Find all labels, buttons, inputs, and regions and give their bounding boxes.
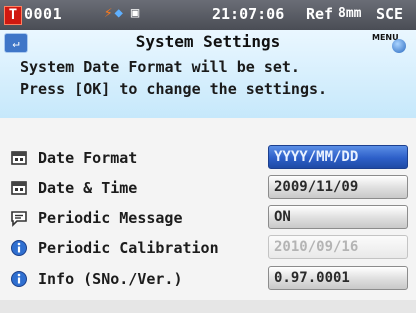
page-title: System Settings <box>135 32 281 51</box>
mode-label: SCE <box>376 5 404 23</box>
calendar-icon <box>11 151 27 165</box>
bottom-strip <box>0 300 416 313</box>
message-line-2: Press [OK] to change the settings. <box>20 80 328 98</box>
setting-label: Info (SNo./Ver.) <box>38 270 183 288</box>
setting-row-date-time[interactable]: Date & Time 2009/11/09 <box>0 175 416 203</box>
info-icon <box>11 271 27 287</box>
status-icons: ⚡ ◆ ▣ <box>104 5 139 21</box>
printer-icon: ▣ <box>130 5 140 21</box>
info-icon <box>11 240 27 256</box>
setting-label: Date & Time <box>38 179 138 197</box>
info-value[interactable]: 0.97.0001 <box>268 266 408 290</box>
header-panel: ↵ System Settings MENU System Date Forma… <box>0 30 416 118</box>
aperture-label: 8mm <box>338 6 362 21</box>
setting-label: Date Format <box>38 149 138 167</box>
message-line-1: System Date Format will be set. <box>20 58 300 76</box>
date-time-value[interactable]: 2009/11/09 <box>268 175 408 199</box>
system-settings-screen: T 0001 ⚡ ◆ ▣ 21:07:06 Ref 8mm SCE ↵ System… <box>0 0 416 313</box>
battery-icon: ◆ <box>114 5 123 21</box>
target-number: 0001 <box>24 5 63 23</box>
ref-label: Ref <box>306 5 334 23</box>
calendar-icon <box>11 181 27 195</box>
setting-row-date-format[interactable]: Date Format YYYY/MM/DD <box>0 145 416 173</box>
setting-label: Periodic Message <box>38 209 183 227</box>
setting-row-periodic-message[interactable]: Periodic Message ON <box>0 205 416 233</box>
power-icon: ⚡ <box>104 5 113 21</box>
clock-time: 21:07:06 <box>212 5 285 23</box>
message-icon <box>11 211 27 227</box>
date-format-value[interactable]: YYYY/MM/DD <box>268 145 408 169</box>
status-bar: T 0001 ⚡ ◆ ▣ 21:07:06 Ref 8mm SCE <box>0 0 416 30</box>
setting-row-periodic-calibration[interactable]: Periodic Calibration 2010/09/16 <box>0 235 416 263</box>
menu-icon <box>392 39 406 53</box>
menu-button[interactable]: MENU <box>372 33 412 53</box>
periodic-message-value[interactable]: ON <box>268 205 408 229</box>
setting-label: Periodic Calibration <box>38 239 219 257</box>
periodic-calibration-value: 2010/09/16 <box>268 235 408 259</box>
setting-row-info[interactable]: Info (SNo./Ver.) 0.97.0001 <box>0 266 416 294</box>
target-badge[interactable]: T <box>4 6 22 25</box>
